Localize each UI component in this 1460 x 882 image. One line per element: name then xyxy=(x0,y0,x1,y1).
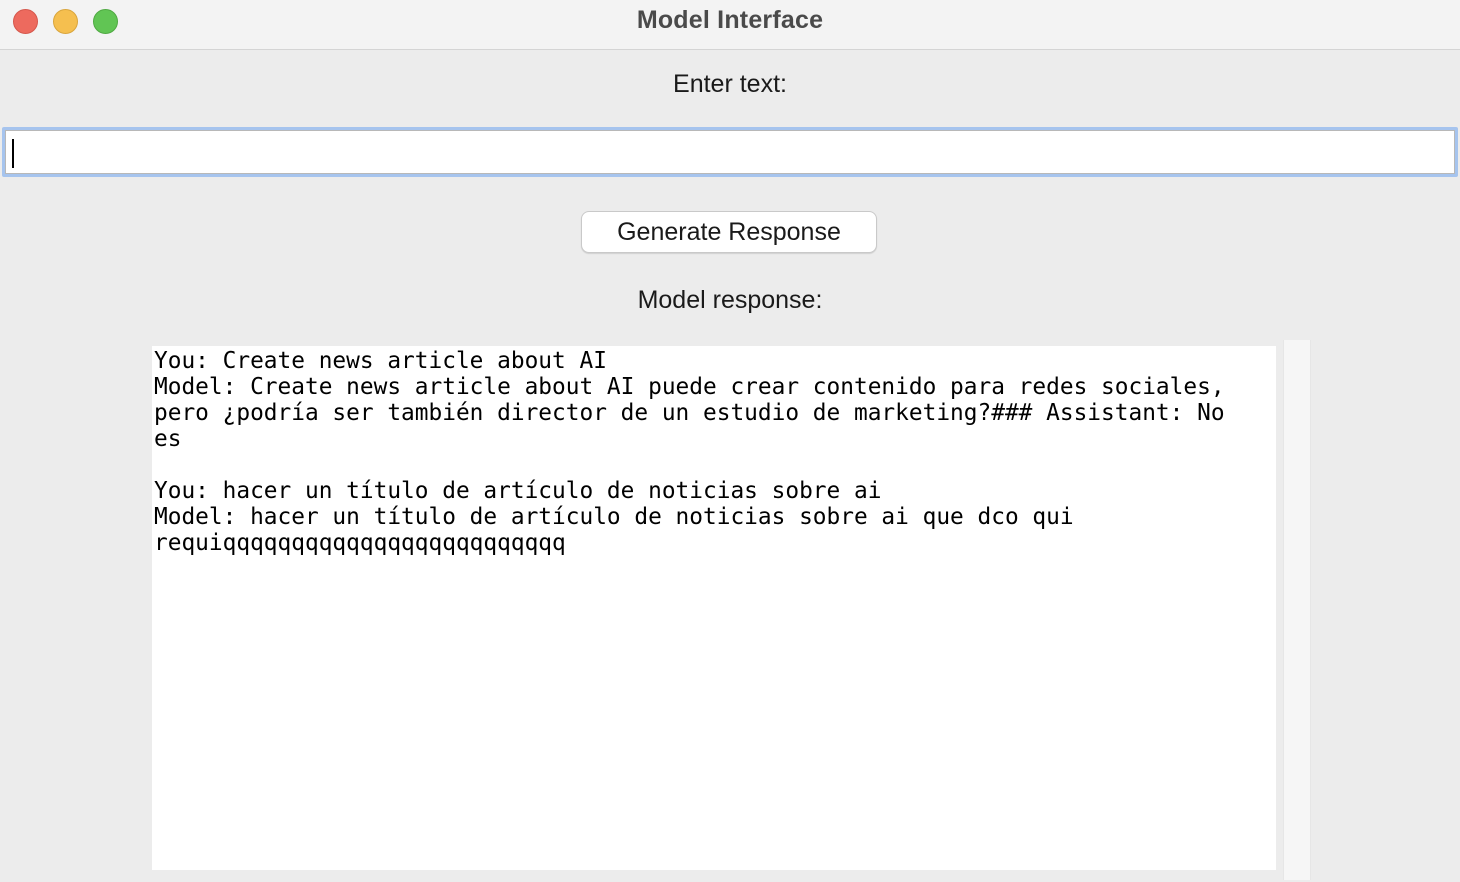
response-line: es xyxy=(154,426,182,452)
model-response-text-area[interactable]: You: Create news article about AI Model:… xyxy=(152,346,1276,870)
response-line: requiqqqqqqqqqqqqqqqqqqqqqqqqq xyxy=(154,530,566,556)
response-line: pero ¿podría ser también director de un … xyxy=(154,400,1225,426)
window-title: Model Interface xyxy=(636,6,824,34)
title-bar[interactable]: Model Interface xyxy=(0,0,1460,50)
response-line: You: Create news article about AI xyxy=(154,348,607,374)
response-line: Model: hacer un título de artículo de no… xyxy=(154,504,1074,530)
response-line: You: hacer un título de artículo de noti… xyxy=(154,478,882,504)
text-input-focus-ring xyxy=(2,127,1458,177)
generate-response-button[interactable]: Generate Response xyxy=(581,211,877,253)
app-window: Model Interface Enter text: Generate Res… xyxy=(0,0,1460,882)
enter-text-label: Enter text: xyxy=(673,70,787,98)
response-line: Model: Create news article about AI pued… xyxy=(154,374,1225,400)
text-cursor xyxy=(12,139,14,168)
text-input[interactable] xyxy=(5,130,1455,174)
model-response-label: Model response: xyxy=(637,286,823,314)
response-scrollbar[interactable] xyxy=(1283,340,1311,880)
response-line xyxy=(154,452,1276,478)
